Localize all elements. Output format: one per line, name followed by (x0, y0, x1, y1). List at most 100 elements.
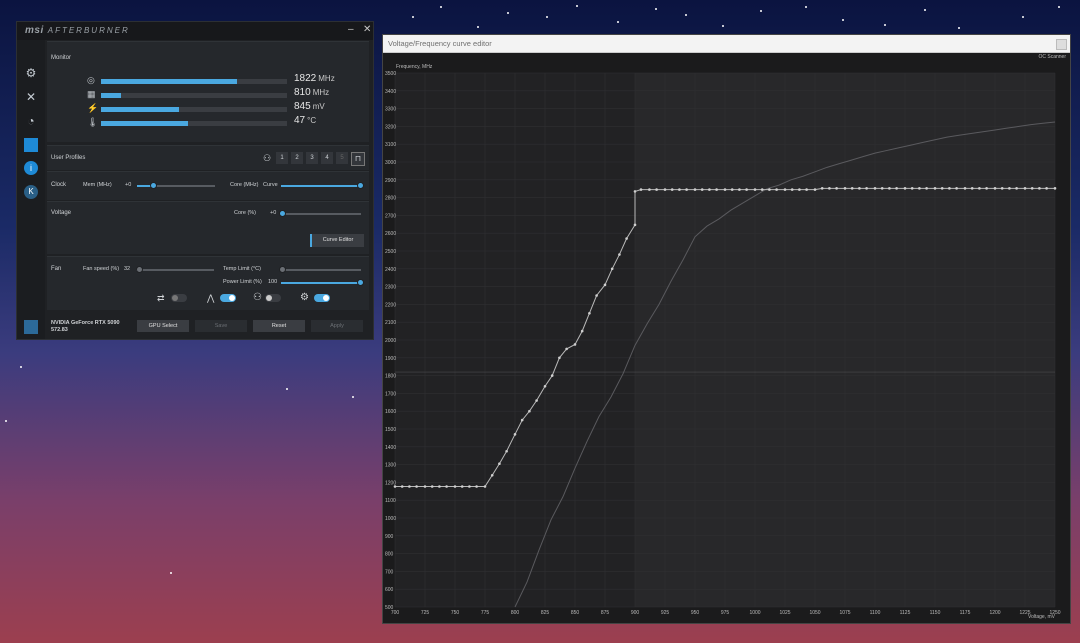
core-clock-slider[interactable] (281, 182, 364, 189)
vf-curve-point (798, 188, 801, 191)
y-tick-label: 1100 (385, 498, 396, 504)
x-tick-label: 900 (631, 610, 640, 616)
y-tick-label: 800 (385, 552, 394, 558)
minimize-button[interactable]: – (348, 24, 354, 35)
vf-curve-point (648, 188, 651, 191)
monitor-icon[interactable] (24, 138, 38, 152)
afterburner-sidebar: ⚙ ✕ ◔ i K (17, 40, 45, 339)
y-tick-label: 1500 (385, 427, 396, 433)
vf-curve-point (700, 188, 704, 191)
vf-curve-point (513, 433, 517, 436)
monitor-bar (101, 79, 287, 84)
vf-curve-point (460, 485, 464, 488)
vf-curve-point (828, 187, 831, 190)
vf-curve-point (895, 187, 898, 190)
vf-curve-point (639, 188, 643, 191)
profile-slot-button[interactable]: 1 (276, 152, 288, 164)
mem-clock-slider[interactable] (137, 182, 215, 189)
profile-slot-button[interactable]: 4 (321, 152, 333, 164)
vf-curve-point (760, 188, 764, 191)
monitor-bar-fill (101, 107, 180, 112)
monitor-bar (101, 93, 287, 98)
core-clock-label: Core (MHz) (230, 182, 259, 188)
vf-curve-point (498, 462, 501, 466)
y-tick-label: 600 (385, 587, 394, 593)
apply-button[interactable]: Apply (311, 320, 363, 332)
x-tick-label: 1125 (900, 610, 911, 616)
vf-curve-point (550, 374, 554, 377)
close-button[interactable]: ✕ (363, 24, 371, 35)
mem-clock-label: Mem (MHz) (83, 182, 112, 188)
vf-curve-point (663, 188, 667, 191)
auto-fan-toggle[interactable] (220, 294, 236, 302)
vf-curve-point (565, 347, 568, 351)
y-tick-label: 2900 (385, 178, 396, 184)
core-voltage-value: +0 (270, 210, 277, 216)
save-button[interactable]: Save (195, 320, 247, 332)
y-tick-label: 900 (385, 534, 394, 540)
gpu-select-button[interactable]: GPU Select (137, 320, 189, 332)
monitor-value: 47 °C (294, 115, 317, 126)
vf-curve-point (903, 187, 907, 190)
y-tick-label: 2300 (385, 285, 396, 291)
fan-speed-slider[interactable] (136, 266, 214, 273)
vf-curve-point (820, 187, 824, 190)
profile-slot-button[interactable]: 3 (306, 152, 318, 164)
y-tick-label: 500 (385, 605, 394, 611)
vf-curve-point (610, 267, 614, 271)
vf-curve-point (790, 188, 794, 191)
monitor-label: Monitor (51, 55, 72, 61)
fan-curve-toggle[interactable] (314, 294, 330, 302)
vf-curve-point (843, 187, 847, 190)
temp-limit-slider[interactable] (279, 266, 361, 273)
vf-curve-point (970, 187, 974, 190)
y-tick-label: 2000 (385, 338, 396, 344)
vf-curve-point (453, 485, 457, 488)
curve-editor-button[interactable]: Curve Editor (310, 234, 364, 247)
core-voltage-slider[interactable] (279, 210, 361, 217)
profile-lock-icon[interactable]: ⊓ (351, 152, 365, 166)
oc-scanner-icon[interactable]: ◔ (24, 114, 38, 128)
vf-curve-chart[interactable]: 700 725 750 775 800 825 850 875 900 925 950 975 1000… (383, 35, 1070, 623)
reset-button[interactable]: Reset (253, 320, 305, 332)
voltage-label: Voltage (51, 210, 72, 216)
fan-x-icon[interactable]: ✕ (24, 90, 38, 104)
x-tick-label: 800 (511, 610, 520, 616)
monitor-bar (101, 121, 287, 126)
x-tick-label: 850 (571, 610, 580, 616)
fan-speed-value: 32 (124, 266, 131, 272)
power-limit-slider[interactable] (281, 279, 364, 286)
profile-slot-button[interactable]: 2 (291, 152, 303, 164)
settings-gear-icon[interactable]: ⚙ (24, 66, 38, 80)
vf-curve-point (408, 485, 411, 488)
vf-curve-point (468, 485, 471, 488)
x-tick-label: 825 (541, 610, 550, 616)
fan-curve-icon: ⚙ (300, 292, 309, 303)
curve-editor-window: Voltage/Frequency curve editor OC Scanne… (382, 34, 1071, 624)
y-tick-label: 1600 (385, 409, 396, 415)
vf-curve-point (1045, 187, 1048, 190)
sync-toggle[interactable] (171, 294, 187, 302)
profile-slot-button[interactable]: 5 (336, 152, 348, 164)
y-tick-label: 2700 (385, 213, 396, 219)
x-tick-label: 975 (721, 610, 730, 616)
user-profile-icon: ⚇ (262, 153, 272, 163)
x-tick-label: 750 (451, 610, 460, 616)
vf-curve-point (603, 283, 607, 287)
monitor-value: 810 MHz (294, 87, 330, 98)
vf-curve-point (483, 485, 487, 488)
vf-curve-point (768, 188, 771, 191)
vf-curve-point (888, 187, 891, 190)
info-icon[interactable]: i (24, 161, 38, 175)
monitor-value: 1822 MHz (294, 73, 335, 84)
power-limit-value: 100 (268, 279, 278, 285)
vf-curve-point (1008, 187, 1011, 190)
x-tick-label: 1050 (809, 610, 820, 616)
power-limit-label: Power Limit (%) (223, 279, 262, 285)
user-define-toggle[interactable] (265, 294, 281, 302)
vf-curve-point (993, 187, 997, 190)
vf-curve-point (918, 187, 921, 190)
afterburner-titlebar[interactable]: msi AFTERBURNER – ✕ (17, 22, 373, 40)
vf-curve-point (573, 343, 577, 346)
kombustor-icon[interactable]: K (24, 185, 38, 199)
